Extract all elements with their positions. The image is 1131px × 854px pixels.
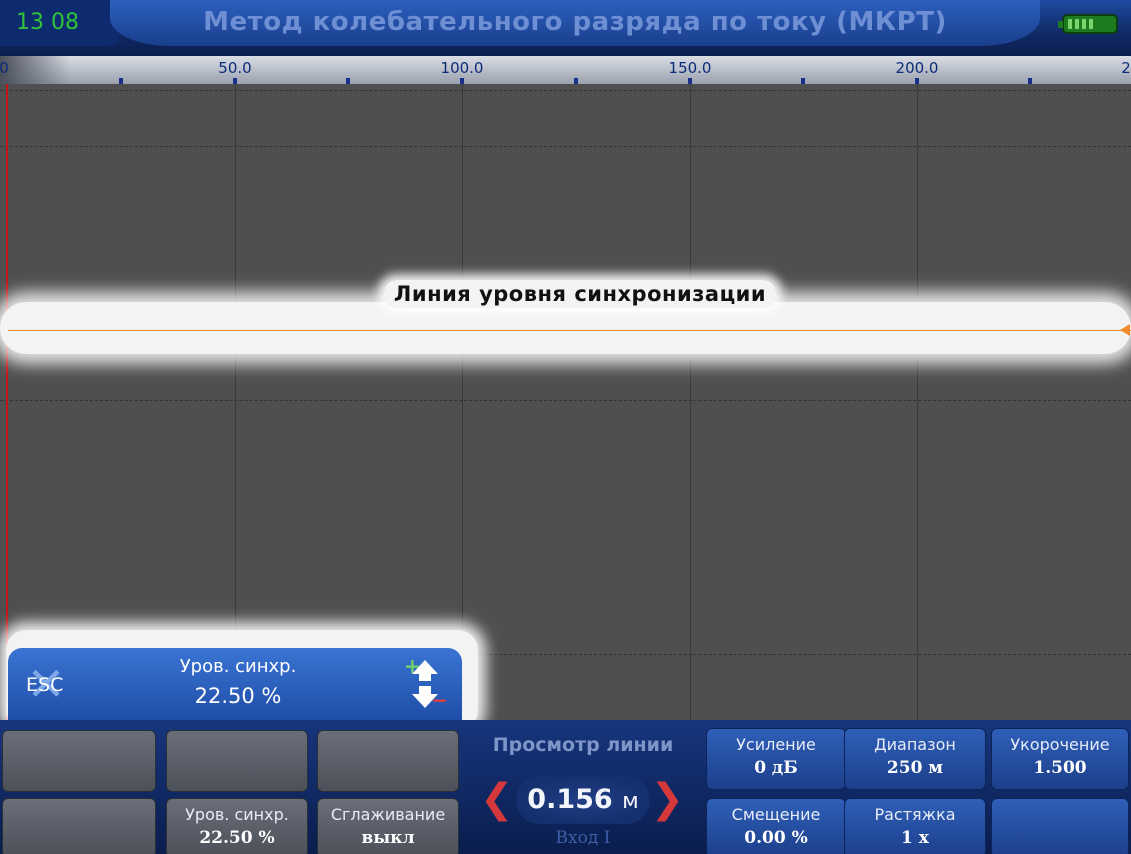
ruler-label: 50.0: [218, 59, 252, 77]
softkey-value: 22.50 %: [199, 828, 275, 848]
start-marker: [6, 84, 8, 720]
sync-level-line[interactable]: [8, 330, 1131, 331]
softkey-label: Уров. синхр.: [185, 805, 289, 824]
ruler-label: 0: [0, 59, 9, 77]
grid-line: [0, 400, 1131, 401]
param-label: Диапазон: [874, 735, 956, 754]
page-title: Метод колебательного разряда по току (МК…: [110, 0, 1040, 46]
empty-param-button[interactable]: [991, 798, 1129, 854]
sync-level-softkey[interactable]: Уров. синхр. 22.50 %: [166, 798, 308, 854]
offset-button[interactable]: Смещение 0.00 %: [706, 798, 846, 854]
grid-line: [0, 146, 1131, 147]
param-label: Усиление: [736, 735, 816, 754]
grid-line: [235, 84, 236, 720]
softkey-1[interactable]: [2, 730, 156, 792]
param-value: 0.00 %: [744, 828, 808, 848]
softkey-4[interactable]: [2, 798, 156, 854]
grid-line: [462, 84, 463, 720]
line-view-title: Просмотр линии: [492, 734, 674, 756]
param-value: 1 x: [901, 828, 929, 848]
grid-line: [0, 90, 1131, 91]
ruler-label: 200.0: [895, 59, 939, 77]
esc-button[interactable]: ✕ ESC: [22, 661, 70, 707]
shortening-button[interactable]: Укорочение 1.500: [991, 728, 1129, 790]
ruler-label: 2: [1121, 59, 1131, 77]
control-panel: Уров. синхр. 22.50 % Сглаживание выкл Пр…: [0, 720, 1131, 854]
ruler-label: 150.0: [668, 59, 712, 77]
grid-line: [690, 84, 691, 720]
sync-level-marker-icon[interactable]: [1120, 324, 1130, 336]
battery-charging-icon: [1058, 14, 1118, 34]
smoothing-softkey[interactable]: Сглаживание выкл: [317, 798, 459, 854]
param-value: 0 дБ: [754, 758, 798, 778]
line-view-number: 0.156: [527, 784, 613, 815]
param-label: Укорочение: [1010, 735, 1110, 754]
softkey-3[interactable]: [317, 730, 459, 792]
clock: 13 08: [0, 0, 120, 46]
title-bar: 13 08 Метод колебательного разряда по то…: [0, 0, 1131, 56]
softkey-2[interactable]: [166, 730, 308, 792]
arrow-up-icon: [412, 660, 438, 674]
softkey-value: выкл: [361, 828, 415, 848]
softkey-label: Сглаживание: [330, 805, 446, 824]
scroll-right-button[interactable]: ❯: [650, 776, 684, 822]
param-value: 1.500: [1033, 758, 1087, 778]
popup-parameter-value: 22.50 %: [194, 684, 282, 708]
sync-level-label: Линия уровня синхронизации: [0, 280, 1131, 308]
param-label: Смещение: [731, 805, 821, 824]
input-channel-label: Вход I: [555, 828, 611, 848]
sync-level-label-text: Линия уровня синхронизации: [383, 280, 777, 308]
esc-label: ESC: [26, 674, 64, 696]
popup-parameter-name: Уров. синхр.: [179, 656, 297, 677]
arrow-up-stem: [419, 673, 431, 681]
line-view-control: Просмотр линии ❮ 0.156 м ❯ Вход I: [464, 720, 702, 854]
ruler-start-fade: [0, 56, 70, 84]
minus-icon: −: [431, 688, 448, 712]
arrow-down-stem: [419, 686, 431, 694]
sync-level-highlight: [0, 302, 1131, 354]
sync-level-popup: ✕ ESC Уров. синхр. 22.50 % + −: [8, 648, 462, 720]
param-value: 250 м: [886, 758, 944, 778]
distance-ruler: 0 50.0 100.0 150.0 200.0 2: [0, 56, 1131, 84]
param-label: Растяжка: [874, 805, 956, 824]
grid-line: [917, 84, 918, 720]
range-button[interactable]: Диапазон 250 м: [844, 728, 986, 790]
gain-button[interactable]: Усиление 0 дБ: [706, 728, 846, 790]
ruler-label: 100.0: [440, 59, 484, 77]
up-down-adjust-icon[interactable]: + −: [404, 654, 448, 714]
stretch-button[interactable]: Растяжка 1 x: [844, 798, 986, 854]
waveform-plot[interactable]: Линия уровня синхронизации: [0, 84, 1131, 720]
line-view-unit: м: [622, 789, 639, 814]
